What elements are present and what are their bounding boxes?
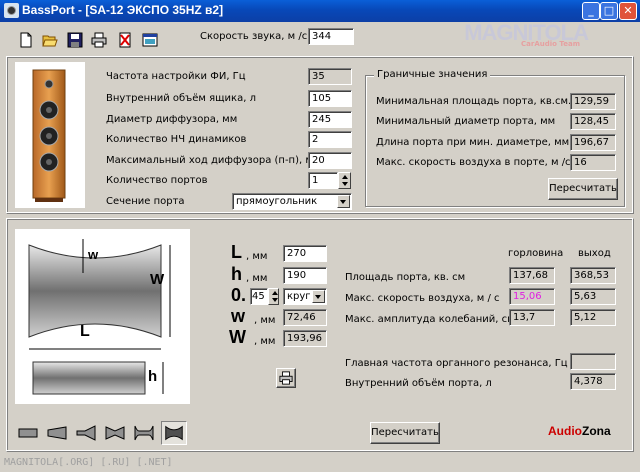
cone-diameter-input[interactable]: 245 [308, 111, 352, 128]
minimize-button[interactable]: _ [582, 2, 600, 20]
air-speed-label: Макс. скорость воздуха, м / с [345, 293, 500, 304]
port-diagram-frame [15, 229, 190, 404]
print-results-button[interactable] [276, 368, 296, 388]
window-title: BassPort - [SA-12 ЭКСПО 35HZ в2] [22, 3, 224, 17]
dim-L-unit: , мм [246, 251, 268, 262]
min-diameter-label: Минимальный диаметр порта, мм [376, 116, 556, 127]
port-section-select[interactable]: прямоугольник [232, 193, 352, 210]
port-count-label: Количество портов [106, 175, 208, 186]
dim-W-value: 193,96 [283, 330, 327, 347]
organ-resonance-value [570, 353, 616, 370]
dim-h-input[interactable]: 190 [283, 267, 327, 284]
new-icon[interactable] [18, 32, 34, 48]
delete-icon[interactable] [117, 32, 133, 48]
tuning-frequency-label: Частота настройки ФИ, Гц [106, 71, 246, 82]
limits-title: Граничные значения [374, 69, 491, 80]
dim-w-unit: , мм [254, 315, 276, 326]
end-shape-value: круг [287, 291, 311, 302]
dim-h-unit: , мм [246, 273, 268, 284]
sound-speed-input[interactable]: 344 [308, 28, 354, 45]
port-section-value: прямоугольник [236, 196, 318, 207]
col-throat-header: горловина [508, 248, 564, 259]
window-icon[interactable] [142, 32, 158, 48]
port-section-label: Сечение порта [106, 196, 185, 207]
max-air-speed-label: Макс. скорость воздуха в порте, м /с [376, 157, 571, 168]
maximize-button[interactable]: □ [600, 2, 618, 20]
port-length-label: Длина порта при мин. диаметре, мм [376, 137, 570, 148]
max-air-speed-value: 16 [570, 154, 616, 171]
limits-recalc-button[interactable]: Пересчитать [548, 178, 618, 200]
tuning-frequency-input[interactable]: 35 [308, 68, 352, 85]
woofer-count-input[interactable]: 2 [308, 131, 352, 148]
box-volume-input[interactable]: 105 [308, 90, 352, 107]
amplitude-exit: 5,12 [570, 309, 616, 326]
diagram-L-label: L [80, 323, 90, 340]
title-bar[interactable]: BassPort - [SA-12 ЭКСПО 35HZ в2] _ □ ✕ [0, 0, 640, 22]
min-diameter-value: 128,45 [570, 113, 616, 130]
status-text: MAGNITOLA[.ORG] [.RU] [.NET] [4, 457, 173, 468]
dim-W-unit: , мм [254, 336, 276, 347]
speaker-image [32, 69, 66, 202]
diagram-w-label: w [88, 247, 99, 262]
amplitude-label: Макс. амплитуда колебаний, см [345, 314, 515, 325]
open-icon[interactable] [42, 32, 58, 48]
box-volume-label: Внутренний объём ящика, л [106, 93, 256, 104]
cone-excursion-input[interactable]: 20 [308, 152, 352, 169]
end-shape-select[interactable]: круг [283, 288, 327, 305]
air-speed-exit: 5,63 [570, 288, 616, 305]
close-button[interactable]: ✕ [619, 2, 637, 20]
audiozona-logo-zona: Zona [582, 424, 611, 438]
shape-taper-icon[interactable] [44, 421, 70, 445]
diagram-W-label: W [150, 271, 165, 288]
shape-double-taper-icon[interactable] [102, 421, 128, 445]
app-speaker-icon [4, 3, 19, 18]
col-exit-header: выход [578, 248, 611, 259]
shape-flare-icon[interactable] [73, 421, 99, 445]
dim-angle-input[interactable]: 45 [250, 288, 268, 305]
port-length-value: 196,67 [570, 134, 616, 151]
cone-excursion-label: Максимальный ход диффузора (п-п), мм [106, 155, 321, 166]
shape-bell-icon[interactable] [131, 421, 157, 445]
audiozona-logo-audio: Audio [548, 424, 582, 438]
chevron-down-icon[interactable] [312, 290, 325, 303]
port-diagram [28, 239, 171, 395]
audiozona-logo: AudioZona [548, 424, 611, 438]
dim-h-symbol: h [231, 264, 242, 284]
chevron-down-icon[interactable] [337, 195, 350, 208]
speaker-image-frame [15, 62, 85, 208]
port-volume-label: Внутренний объём порта, л [345, 378, 492, 389]
diagram-h-label: h [148, 368, 158, 385]
print-icon [279, 371, 293, 385]
organ-resonance-label: Главная частота органного резонанса, Гц [345, 358, 568, 369]
port-count-spinner[interactable] [338, 172, 351, 189]
port-area-label: Площадь порта, кв. см [345, 272, 466, 283]
status-bar: MAGNITOLA[.ORG] [.RU] [.NET] [0, 455, 640, 472]
dim-w-value: 72,46 [283, 309, 327, 326]
amplitude-throat: 13,7 [509, 309, 555, 326]
min-area-value: 129,59 [570, 93, 616, 110]
print-icon[interactable] [91, 32, 107, 48]
woofer-count-label: Количество НЧ динамиков [106, 134, 247, 145]
port-area-exit: 368,53 [570, 267, 616, 284]
dim-L-input[interactable]: 270 [283, 245, 327, 262]
save-icon[interactable] [67, 32, 83, 48]
port-count-input[interactable]: 1 [308, 172, 338, 189]
port-area-throat: 137,68 [509, 267, 555, 284]
dim-angle-spinner[interactable] [268, 288, 279, 305]
dim-W-symbol: W [229, 327, 246, 347]
recalc-button[interactable]: Пересчитать [370, 422, 440, 444]
watermark-sub: CarAudio Team [521, 40, 580, 48]
sound-speed-label: Скорость звука, м /с [200, 31, 308, 42]
dim-angle-symbol: 0. [231, 285, 247, 305]
dim-w-symbol: w [231, 306, 246, 326]
port-volume-value: 4,378 [570, 373, 616, 390]
min-area-label: Минимальная площадь порта, кв.см. [376, 96, 572, 107]
shape-straight-icon[interactable] [15, 421, 41, 445]
air-speed-throat: 15,06 [509, 288, 555, 305]
dim-L-symbol: L [231, 242, 242, 262]
cone-diameter-label: Диаметр диффузора, мм [106, 114, 238, 125]
shape-curved-icon[interactable] [161, 421, 187, 445]
